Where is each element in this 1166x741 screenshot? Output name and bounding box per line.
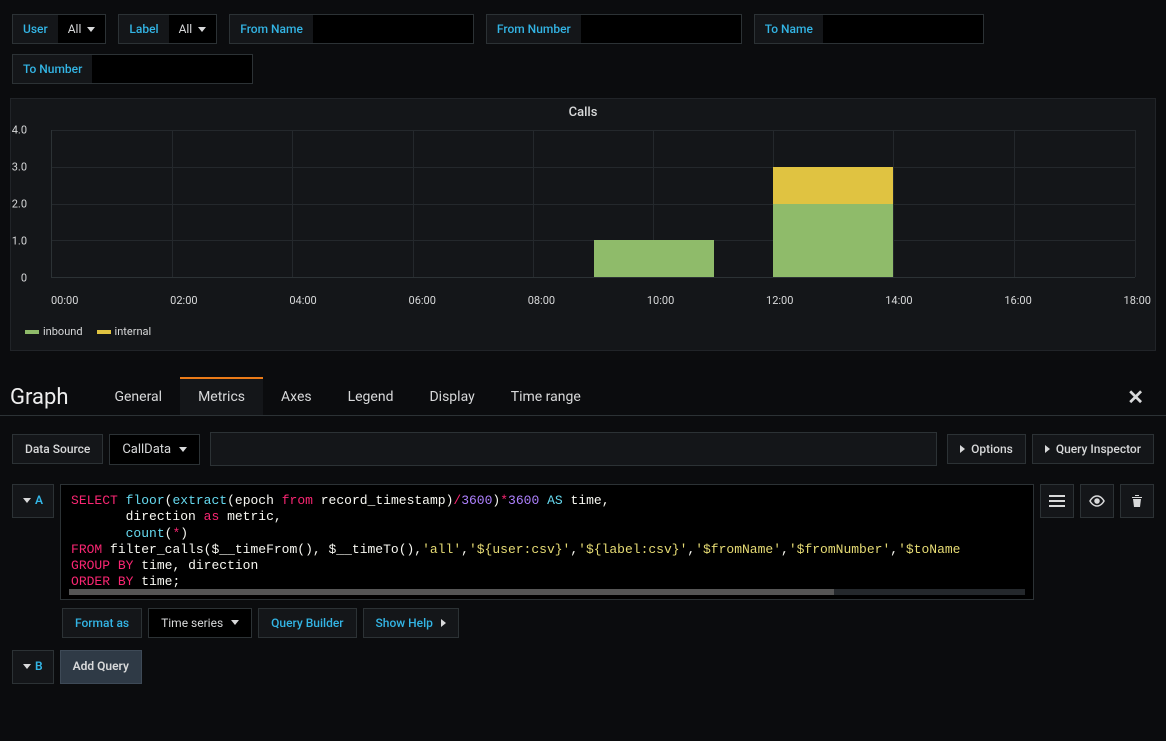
query-builder-button[interactable]: Query Builder [258,608,356,638]
from-name-input[interactable] [313,15,473,43]
tab-axes[interactable]: Axes [263,379,330,415]
filter-label: From Number [487,15,581,43]
query-inspector-button[interactable]: Query Inspector [1032,434,1154,464]
chart-legend: inbound internal [11,317,1155,350]
editor-section-title: Graph [10,385,68,410]
filter-label: From Name [230,15,313,43]
toggle-menu-button[interactable] [1040,484,1074,518]
caret-down-icon [179,447,187,452]
swatch-icon [97,330,111,334]
panel-title: Calls [11,99,1155,126]
query-action-buttons [1040,484,1154,600]
filter-label: Label [119,15,168,43]
filter-label: To Number [13,55,92,83]
bar-inbound[interactable] [773,204,893,278]
swatch-icon [25,330,39,334]
filter-to-name[interactable]: To Name [754,14,984,44]
filter-label[interactable]: Label All [118,14,217,44]
show-help-button[interactable]: Show Help [363,608,459,638]
scrollbar-thumb[interactable] [69,589,834,595]
tab-legend[interactable]: Legend [330,379,412,415]
filter-from-number[interactable]: From Number [486,14,742,44]
to-number-input[interactable] [92,55,252,83]
sql-editor[interactable]: SELECT floor(extract(epoch from record_t… [60,484,1034,600]
query-letter-a[interactable]: A [12,484,54,518]
legend-item-inbound[interactable]: inbound [25,325,83,338]
tab-time-range[interactable]: Time range [493,379,599,415]
tab-general[interactable]: General [96,379,180,415]
caret-down-icon [23,664,31,669]
plot-area [51,130,1135,278]
tab-display[interactable]: Display [411,379,492,415]
caret-right-icon [441,619,446,627]
toggle-visibility-button[interactable] [1080,484,1114,518]
query-letter-b[interactable]: B [12,650,54,684]
close-editor-button[interactable]: ✕ [1117,381,1154,413]
delete-query-button[interactable] [1120,484,1154,518]
filter-label: User [13,15,58,43]
datasource-select[interactable]: CallData [109,434,200,465]
editor-tabs: General Metrics Axes Legend Display Time… [96,379,598,415]
legend-item-internal[interactable]: internal [97,325,152,338]
tab-metrics[interactable]: Metrics [180,377,263,415]
query-row-b: B Add Query [0,648,1166,686]
datasource-label: Data Source [12,434,103,464]
chart-panel: Calls 4.03.02.01.00 00:0002:0004:0006:00… [10,98,1156,351]
variable-filter-bar: User All Label All From Name From Number… [0,0,1166,92]
query-format-row: Format as Time series Query Builder Show… [0,602,1166,644]
bar-inbound[interactable] [594,240,714,277]
bar-chart[interactable]: 4.03.02.01.00 [51,130,1135,290]
spacer [210,432,937,466]
caret-down-icon [23,498,31,503]
x-axis-ticks: 00:0002:0004:0006:0008:0010:0012:0014:00… [51,294,1166,307]
filter-value[interactable]: All [58,15,106,43]
filter-user[interactable]: User All [12,14,106,44]
horizontal-scrollbar[interactable] [69,589,1025,595]
options-button[interactable]: Options [947,434,1026,464]
datasource-row: Data Source CallData Options Query Inspe… [0,416,1166,482]
format-as-label: Format as [62,608,142,638]
format-as-select[interactable]: Time series [148,608,252,638]
caret-right-icon [1045,445,1050,453]
filter-to-number[interactable]: To Number [12,54,253,84]
filter-label: To Name [755,15,823,43]
bar-internal[interactable] [773,167,893,204]
filter-value[interactable]: All [169,15,217,43]
caret-down-icon [231,620,239,625]
to-name-input[interactable] [823,15,983,43]
caret-down-icon [87,27,95,32]
query-row-a: A SELECT floor(extract(epoch from record… [0,482,1166,602]
filter-from-name[interactable]: From Name [229,14,474,44]
editor-tab-row: Graph General Metrics Axes Legend Displa… [0,369,1166,416]
add-query-button[interactable]: Add Query [60,650,142,684]
from-number-input[interactable] [581,15,741,43]
caret-right-icon [960,445,965,453]
caret-down-icon [198,27,206,32]
